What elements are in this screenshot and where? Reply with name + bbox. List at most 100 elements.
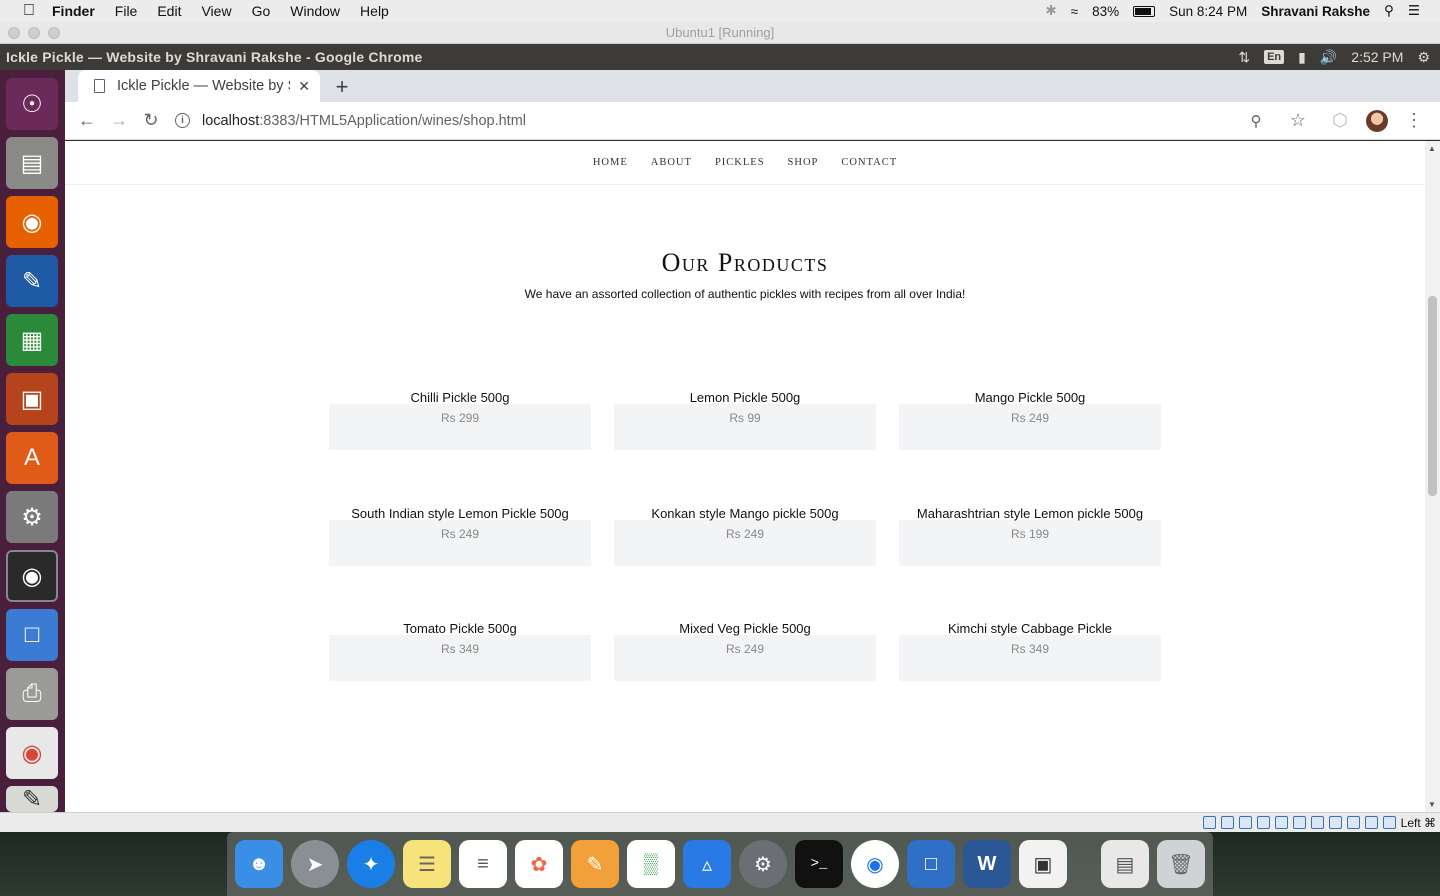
keynote-icon[interactable]: ▵ (683, 840, 731, 888)
system-settings-icon[interactable]: ⚙ (6, 491, 58, 543)
screenshot-preview-icon[interactable]: ▣ (1019, 840, 1067, 888)
site-info-icon[interactable]: i (175, 113, 190, 128)
product-card[interactable]: Mango Pickle 500g Rs 249 (899, 390, 1161, 450)
menu-finder[interactable]: Finder (42, 3, 105, 19)
product-name[interactable]: Lemon Pickle 500g (614, 390, 876, 405)
tab-close-icon[interactable]: ✕ (298, 78, 310, 95)
chrome-icon[interactable]: ◉ (851, 840, 899, 888)
extension-icon[interactable]: ⬡ (1324, 105, 1356, 137)
trash-icon[interactable]: 🗑 (1157, 840, 1205, 888)
impress-icon[interactable]: ▣ (6, 373, 58, 425)
calc-icon[interactable]: ▦ (6, 314, 58, 366)
scroll-down-arrow-icon[interactable]: ▼ (1428, 800, 1436, 809)
bookmark-star-icon[interactable]: ☆ (1282, 105, 1314, 137)
new-tab-button[interactable]: + (330, 74, 354, 100)
apple-menu-icon[interactable]:  (16, 2, 42, 20)
display-icon[interactable] (1310, 816, 1324, 829)
nav-pickles[interactable]: PICKLES (715, 157, 765, 168)
battery-indicator-icon[interactable]: ▮ (1298, 49, 1306, 66)
nav-home[interactable]: HOME (593, 157, 628, 168)
photos-icon[interactable]: ✿ (515, 840, 563, 888)
network-arrows-icon[interactable]: ⇅ (1238, 49, 1250, 66)
forward-button[interactable]: → (103, 105, 135, 137)
menu-edit[interactable]: Edit (147, 3, 191, 19)
product-name[interactable]: Mango Pickle 500g (899, 390, 1161, 405)
page-scrollbar[interactable]: ▲ ▼ (1425, 141, 1440, 812)
address-bar[interactable]: i localhost :8383/HTML5Application/wines… (175, 106, 1240, 136)
word-icon[interactable]: W (963, 840, 1011, 888)
clock[interactable]: Sun 8:24 PM (1169, 4, 1247, 19)
user-name[interactable]: Shravani Rakshe (1261, 4, 1370, 19)
nav-contact[interactable]: CONTACT (841, 157, 897, 168)
ubuntu-dash-icon[interactable]: ☉ (6, 78, 58, 130)
notification-center-icon[interactable]: ☰ (1408, 3, 1420, 19)
minimize-window-button[interactable] (28, 27, 40, 39)
chrome-app-icon[interactable]: ◉ (6, 727, 58, 779)
shared-folders-icon[interactable] (1292, 816, 1306, 829)
keyboard-capture-icon[interactable] (1382, 816, 1396, 829)
battery-icon[interactable] (1133, 5, 1156, 17)
pages-icon[interactable]: ✎ (571, 840, 619, 888)
product-name[interactable]: Mixed Veg Pickle 500g (614, 621, 876, 636)
nav-about[interactable]: ABOUT (651, 157, 692, 168)
product-name[interactable]: Konkan style Mango pickle 500g (614, 506, 876, 521)
safari-icon[interactable]: ✦ (347, 840, 395, 888)
terminal-icon[interactable]: >_ (795, 840, 843, 888)
hard-disk-icon[interactable] (1202, 816, 1216, 829)
close-window-button[interactable] (8, 27, 20, 39)
back-button[interactable]: ← (71, 105, 103, 137)
menu-file[interactable]: File (105, 3, 148, 19)
writer-icon[interactable]: ✎ (6, 255, 58, 307)
audio-icon[interactable] (1238, 816, 1252, 829)
mouse-integration-icon[interactable] (1364, 816, 1378, 829)
product-name[interactable]: Chilli Pickle 500g (329, 390, 591, 405)
video-capture-icon[interactable] (1328, 816, 1342, 829)
menu-go[interactable]: Go (242, 3, 281, 19)
profile-avatar[interactable] (1366, 109, 1388, 132)
notes-icon[interactable]: ☰ (403, 840, 451, 888)
reminders-icon[interactable]: ≡ (459, 840, 507, 888)
files-icon[interactable]: ▤ (6, 137, 58, 189)
reload-button[interactable]: ↻ (135, 105, 167, 137)
product-card[interactable]: Lemon Pickle 500g Rs 99 (614, 390, 876, 450)
firefox-icon[interactable]: ◉ (6, 196, 58, 248)
chrome-menu-icon[interactable]: ⋮ (1398, 105, 1430, 137)
menu-view[interactable]: View (191, 3, 241, 19)
text-editor-icon[interactable]: ✎ (6, 786, 58, 813)
product-name[interactable]: Tomato Pickle 500g (329, 621, 591, 636)
volume-icon[interactable]: 🔊 (1320, 49, 1337, 66)
downloads-stack-icon[interactable]: ▤ (1101, 840, 1149, 888)
usb-icon[interactable] (1274, 816, 1288, 829)
zoom-icon[interactable]: ⚲ (1240, 105, 1272, 137)
scroll-thumb[interactable] (1428, 296, 1437, 496)
product-card[interactable]: Kimchi style Cabbage Pickle Rs 349 (899, 621, 1161, 681)
product-name[interactable]: South Indian style Lemon Pickle 500g (329, 506, 591, 521)
product-card[interactable]: Chilli Pickle 500g Rs 299 (329, 390, 591, 450)
keyboard-language[interactable]: En (1264, 50, 1285, 64)
wifi-icon[interactable]: ≈ (1071, 4, 1078, 19)
software-center-icon[interactable]: A (6, 432, 58, 484)
virtualbox-icon[interactable]: □ (907, 840, 955, 888)
nav-shop[interactable]: SHOP (788, 157, 819, 168)
product-card[interactable]: Maharashtrian style Lemon pickle 500g Rs… (899, 506, 1161, 566)
menu-window[interactable]: Window (280, 3, 350, 19)
bluetooth-icon[interactable]: ✱ (1045, 3, 1056, 19)
printer-icon[interactable]: ⎙ (6, 668, 58, 720)
virtualbox-app-icon[interactable]: □ (6, 609, 58, 661)
product-card[interactable]: Mixed Veg Pickle 500g Rs 249 (614, 621, 876, 681)
system-preferences-icon[interactable]: ⚙ (739, 840, 787, 888)
product-name[interactable]: Maharashtrian style Lemon pickle 500g (899, 506, 1161, 521)
ubuntu-clock[interactable]: 2:52 PM (1351, 49, 1403, 65)
spotlight-search-icon[interactable]: ⚲ (1384, 3, 1394, 19)
tab-ickle-pickle[interactable]: Ickle Pickle — Website by Shravani Raksh… (78, 70, 320, 102)
cpu-icon[interactable] (1346, 816, 1360, 829)
optical-drive-icon[interactable] (1220, 816, 1234, 829)
network-icon[interactable] (1256, 816, 1270, 829)
product-card[interactable]: Konkan style Mango pickle 500g Rs 249 (614, 506, 876, 566)
menu-help[interactable]: Help (350, 3, 399, 19)
launchpad-icon[interactable]: ➤ (291, 840, 339, 888)
numbers-icon[interactable]: ▒ (627, 840, 675, 888)
finder-icon[interactable]: ☻ (235, 840, 283, 888)
product-name[interactable]: Kimchi style Cabbage Pickle (899, 621, 1161, 636)
product-card[interactable]: Tomato Pickle 500g Rs 349 (329, 621, 591, 681)
